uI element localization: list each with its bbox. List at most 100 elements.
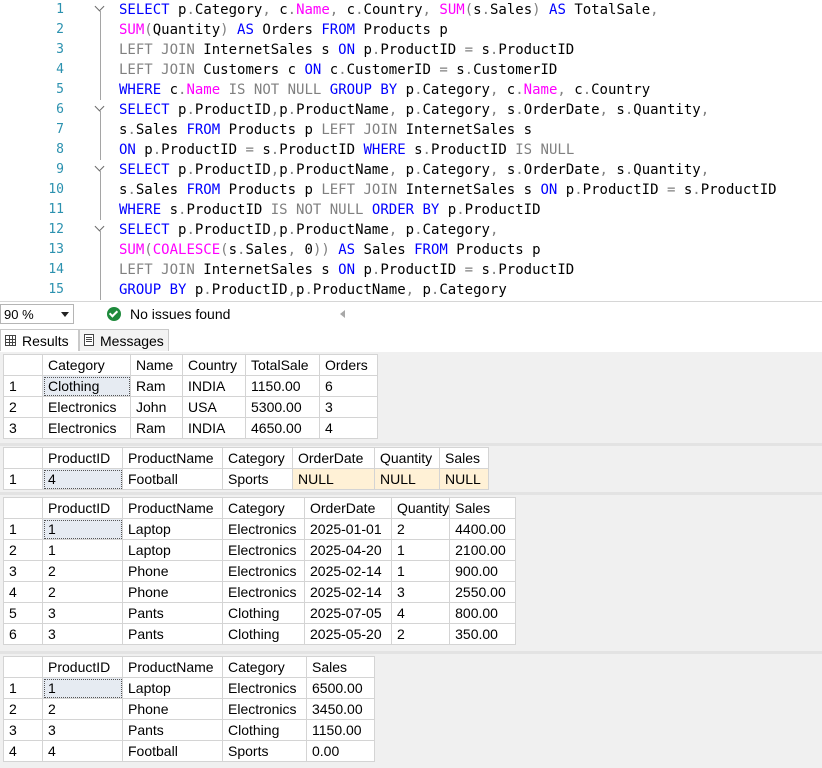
cell[interactable]: Sports (222, 468, 293, 490)
code-text[interactable]: SELECT p.ProductID,p.ProductName, p.Cate… (119, 160, 709, 180)
grid-splitter[interactable] (0, 651, 822, 654)
row-number[interactable]: 1 (3, 468, 43, 490)
column-header[interactable]: ProductID (42, 656, 123, 678)
table-row[interactable]: 1 4 Football Sports NULL NULL NULL (3, 468, 489, 490)
code-line[interactable]: 10 s.Sales FROM Products p LEFT JOIN Inte… (0, 180, 822, 200)
fold-chevron-icon[interactable] (94, 0, 107, 20)
cell[interactable]: 5300.00 (245, 396, 320, 418)
cell[interactable]: INDIA (182, 375, 246, 397)
cell[interactable]: Laptop (122, 518, 223, 540)
code-text[interactable]: GROUP BY p.ProductID,p.ProductName, p.Ca… (119, 280, 507, 300)
table-row[interactable]: 1 Clothing Ram INDIA 1150.00 6 (3, 375, 378, 397)
code-line[interactable]: 2 SUM(Quantity) AS Orders FROM Products p (0, 20, 822, 40)
cell[interactable]: Laptop (122, 539, 223, 561)
cell[interactable]: 1 (42, 539, 123, 561)
column-header[interactable]: ProductName (122, 447, 223, 469)
code-line[interactable]: 6 SELECT p.ProductID,p.ProductName, p.Cat… (0, 100, 822, 120)
code-text[interactable]: SELECT p.ProductID,p.ProductName, p.Cate… (119, 100, 709, 120)
cell[interactable]: Clothing (222, 602, 305, 624)
column-header[interactable]: Category (222, 656, 307, 678)
table-row[interactable]: 2 Electronics John USA 5300.00 3 (3, 396, 378, 418)
cell[interactable]: Clothing (42, 375, 131, 397)
cell[interactable]: Electronics (222, 560, 305, 582)
column-header[interactable]: OrderDate (304, 497, 392, 519)
sql-editor[interactable]: 1 SELECT p.Category, c.Name, c.Country, S… (0, 0, 822, 301)
table-row[interactable]: 3 Electronics Ram INDIA 4650.00 4 (3, 417, 378, 439)
code-text[interactable]: LEFT JOIN InternetSales s ON p.ProductID… (119, 40, 574, 60)
cell[interactable]: Electronics (222, 677, 307, 699)
row-number[interactable]: 6 (3, 623, 43, 645)
cell[interactable]: INDIA (182, 417, 246, 439)
row-number[interactable]: 2 (3, 396, 43, 418)
code-text[interactable]: SUM(Quantity) AS Orders FROM Products p (119, 20, 448, 40)
row-number[interactable]: 1 (3, 677, 43, 699)
table-row[interactable]: 2 1 Laptop Electronics 2025-04-20 1 2100… (3, 539, 517, 561)
code-text[interactable]: s.Sales FROM Products p LEFT JOIN Intern… (119, 120, 532, 140)
horizontal-scrollbar[interactable] (350, 306, 822, 322)
cell[interactable]: John (130, 396, 183, 418)
column-header[interactable]: Sales (306, 656, 375, 678)
cell[interactable]: 800.00 (449, 602, 517, 624)
cell[interactable]: 1150.00 (245, 375, 320, 397)
null-cell[interactable]: NULL (292, 468, 375, 490)
cell[interactable]: 4400.00 (449, 518, 517, 540)
code-text[interactable]: WHERE s.ProductID IS NOT NULL ORDER BY p… (119, 200, 541, 220)
code-text[interactable]: LEFT JOIN Customers c ON c.CustomerID = … (119, 60, 557, 80)
code-text[interactable]: SUM(COALESCE(s.Sales, 0)) AS Sales FROM … (119, 240, 541, 260)
cell[interactable]: Sports (222, 740, 307, 762)
row-number[interactable]: 3 (3, 417, 43, 439)
column-header[interactable]: TotalSale (245, 354, 320, 376)
grid-splitter[interactable] (0, 443, 822, 446)
row-number[interactable]: 2 (3, 698, 43, 720)
table-row[interactable]: 6 3 Pants Clothing 2025-05-20 2 350.00 (3, 623, 517, 645)
cell[interactable]: Electronics (222, 698, 307, 720)
cell[interactable]: Clothing (222, 719, 307, 741)
column-header[interactable]: Orders (319, 354, 378, 376)
cell[interactable]: Electronics (222, 581, 305, 603)
cell[interactable]: Electronics (42, 396, 131, 418)
row-number-header[interactable] (3, 447, 43, 469)
table-row[interactable]: 2 2 Phone Electronics 3450.00 (3, 698, 375, 720)
cell[interactable]: 1 (390, 560, 451, 582)
zoom-dropdown[interactable]: 90 % (0, 304, 74, 324)
column-header[interactable]: Sales (439, 447, 489, 469)
cell[interactable]: 3 (42, 602, 123, 624)
cell[interactable]: 2 (390, 623, 451, 645)
cell[interactable]: 2025-02-14 (304, 560, 392, 582)
cell[interactable]: 6 (319, 375, 378, 397)
code-line[interactable]: 11 WHERE s.ProductID IS NOT NULL ORDER BY… (0, 200, 822, 220)
null-cell[interactable]: NULL (439, 468, 489, 490)
cell[interactable]: 2 (42, 698, 123, 720)
row-number[interactable]: 1 (3, 518, 43, 540)
table-row[interactable]: 1 1 Laptop Electronics 6500.00 (3, 677, 375, 699)
code-line[interactable]: 7 s.Sales FROM Products p LEFT JOIN Inter… (0, 120, 822, 140)
table-row[interactable]: 4 4 Football Sports 0.00 (3, 740, 375, 762)
fold-chevron-icon[interactable] (94, 100, 107, 120)
scroll-left-arrow-icon[interactable] (340, 310, 345, 318)
cell[interactable]: 1 (390, 539, 451, 561)
code-line[interactable]: 4 LEFT JOIN Customers c ON c.CustomerID =… (0, 60, 822, 80)
cell[interactable]: Pants (122, 719, 223, 741)
code-text[interactable]: ON p.ProductID = s.ProductID WHERE s.Pro… (119, 140, 574, 160)
code-line[interactable]: 1 SELECT p.Category, c.Name, c.Country, S… (0, 0, 822, 20)
code-line[interactable]: 15 GROUP BY p.ProductID,p.ProductName, p.… (0, 280, 822, 300)
cell[interactable]: 4 (390, 602, 451, 624)
cell[interactable]: Laptop (122, 677, 223, 699)
table-row[interactable]: 3 2 Phone Electronics 2025-02-14 1 900.0… (3, 560, 517, 582)
code-line[interactable]: 14 LEFT JOIN InternetSales s ON p.Product… (0, 260, 822, 280)
tab-results[interactable]: Results (0, 329, 79, 351)
cell[interactable]: 2100.00 (449, 539, 517, 561)
cell[interactable]: 1150.00 (306, 719, 375, 741)
row-number[interactable]: 4 (3, 581, 43, 603)
column-header[interactable]: Country (182, 354, 246, 376)
cell[interactable]: Ram (130, 417, 183, 439)
row-number[interactable]: 2 (3, 539, 43, 561)
tab-messages[interactable]: Messages (79, 329, 169, 351)
column-header[interactable]: ProductID (42, 497, 123, 519)
column-header[interactable]: ProductID (42, 447, 123, 469)
table-row[interactable]: 3 3 Pants Clothing 1150.00 (3, 719, 375, 741)
cell[interactable]: 3 (42, 623, 123, 645)
cell[interactable]: 4650.00 (245, 417, 320, 439)
table-row[interactable]: 4 2 Phone Electronics 2025-02-14 3 2550.… (3, 581, 517, 603)
column-header[interactable]: ProductName (122, 656, 223, 678)
